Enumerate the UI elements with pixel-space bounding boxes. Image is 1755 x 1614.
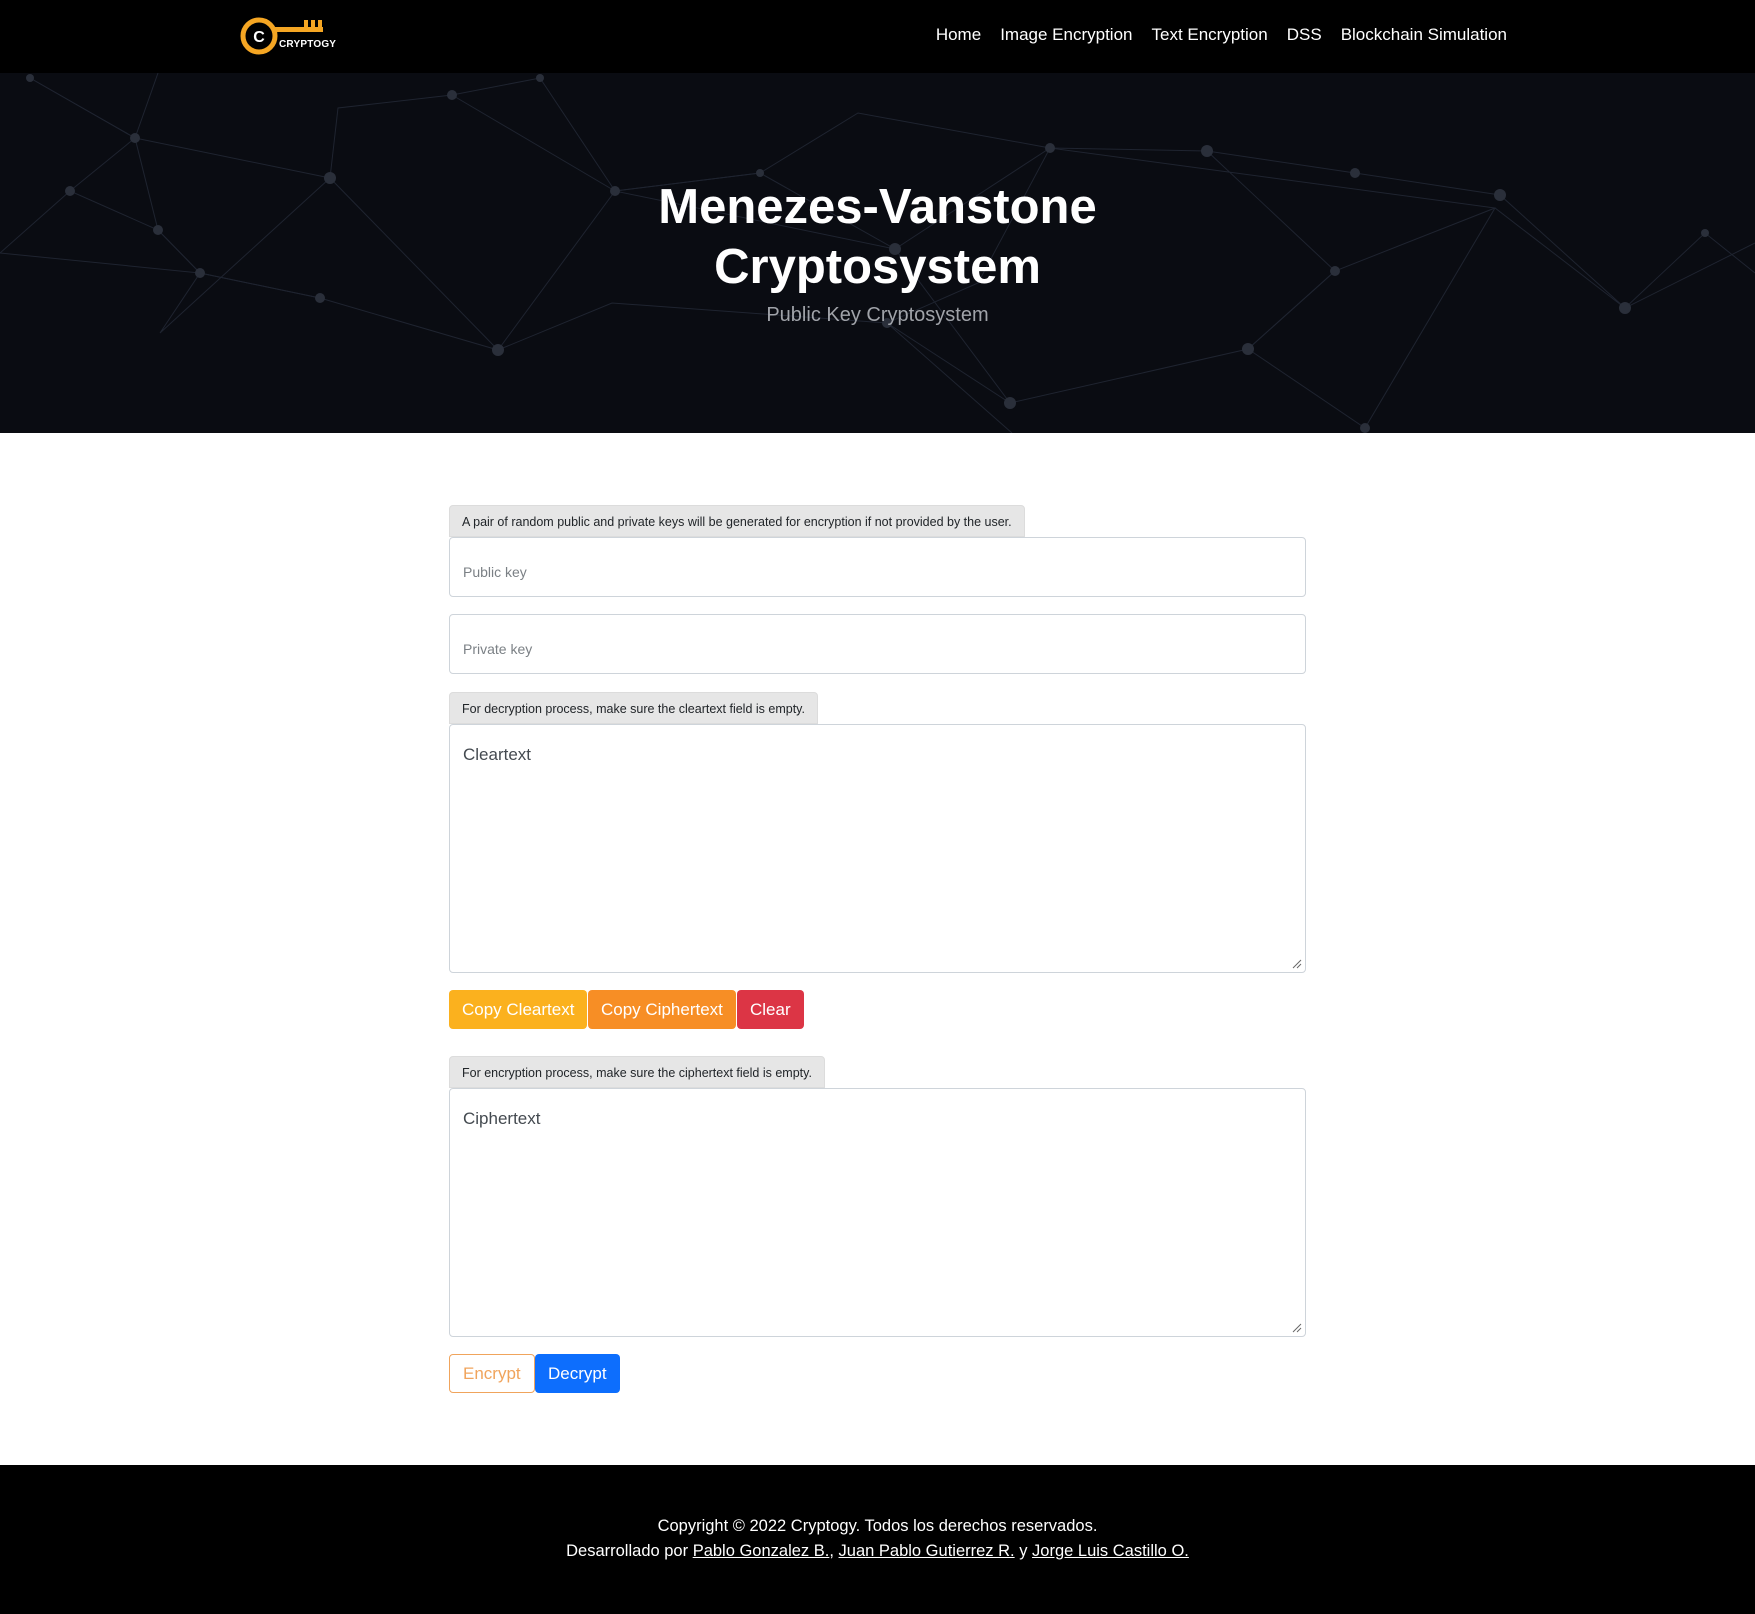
nav-image-encryption[interactable]: Image Encryption xyxy=(1000,25,1132,45)
svg-text:C: C xyxy=(253,29,265,46)
copy-cleartext-button[interactable]: Copy Cleartext xyxy=(449,990,588,1029)
page-title-line2: Cryptosystem xyxy=(714,240,1041,294)
clear-button[interactable]: Clear xyxy=(737,990,804,1029)
navbar: C CRYPTOGY Home Image Encryption Text En… xyxy=(0,0,1755,73)
ciphertext-input[interactable] xyxy=(449,1088,1306,1337)
cleartext-input[interactable] xyxy=(449,724,1306,973)
public-key-input[interactable] xyxy=(449,537,1306,597)
developers-line: Desarrollado por Pablo Gonzalez B., Juan… xyxy=(0,1542,1755,1561)
keys-note: A pair of random public and private keys… xyxy=(449,505,1025,537)
developer-link-jorge[interactable]: Jorge Luis Castillo O. xyxy=(1032,1542,1189,1560)
developer-link-pablo[interactable]: Pablo Gonzalez B. xyxy=(693,1542,830,1560)
key-logo-icon: C xyxy=(240,17,323,55)
page-subtitle: Public Key Cryptosystem xyxy=(766,304,989,326)
page-title-line1: Menezes-Vanstone xyxy=(658,180,1097,234)
logo-text: CRYPTOGY xyxy=(279,39,337,50)
private-key-input[interactable] xyxy=(449,614,1306,674)
developed-by-label: Desarrollado por xyxy=(566,1542,693,1560)
decrypt-note: For decryption process, make sure the cl… xyxy=(449,692,818,724)
resize-handle-icon[interactable] xyxy=(1292,959,1302,969)
encrypt-button[interactable]: Encrypt xyxy=(449,1354,535,1393)
resize-handle-icon[interactable] xyxy=(1292,1323,1302,1333)
separator: , xyxy=(829,1542,839,1560)
nav-dss[interactable]: DSS xyxy=(1287,25,1322,45)
separator: y xyxy=(1014,1542,1033,1560)
page-title: Menezes-Vanstone Cryptosystem xyxy=(0,177,1755,297)
footer: Copyright © 2022 Cryptogy. Todos los der… xyxy=(0,1465,1755,1614)
cryptogy-logo[interactable]: C CRYPTOGY xyxy=(240,14,340,60)
encrypt-note: For encryption process, make sure the ci… xyxy=(449,1056,825,1088)
nav-links: Home Image Encryption Text Encryption DS… xyxy=(936,25,1507,45)
hero-banner: Menezes-Vanstone Cryptosystem Public Key… xyxy=(0,73,1755,433)
nav-home[interactable]: Home xyxy=(936,25,981,45)
nav-blockchain-simulation[interactable]: Blockchain Simulation xyxy=(1341,25,1507,45)
copy-ciphertext-button[interactable]: Copy Ciphertext xyxy=(588,990,736,1029)
copyright-text: Copyright © 2022 Cryptogy. Todos los der… xyxy=(657,1517,1098,1535)
developer-link-juan-pablo[interactable]: Juan Pablo Gutierrez R. xyxy=(839,1542,1015,1560)
nav-text-encryption[interactable]: Text Encryption xyxy=(1151,25,1267,45)
decrypt-button[interactable]: Decrypt xyxy=(535,1354,620,1393)
